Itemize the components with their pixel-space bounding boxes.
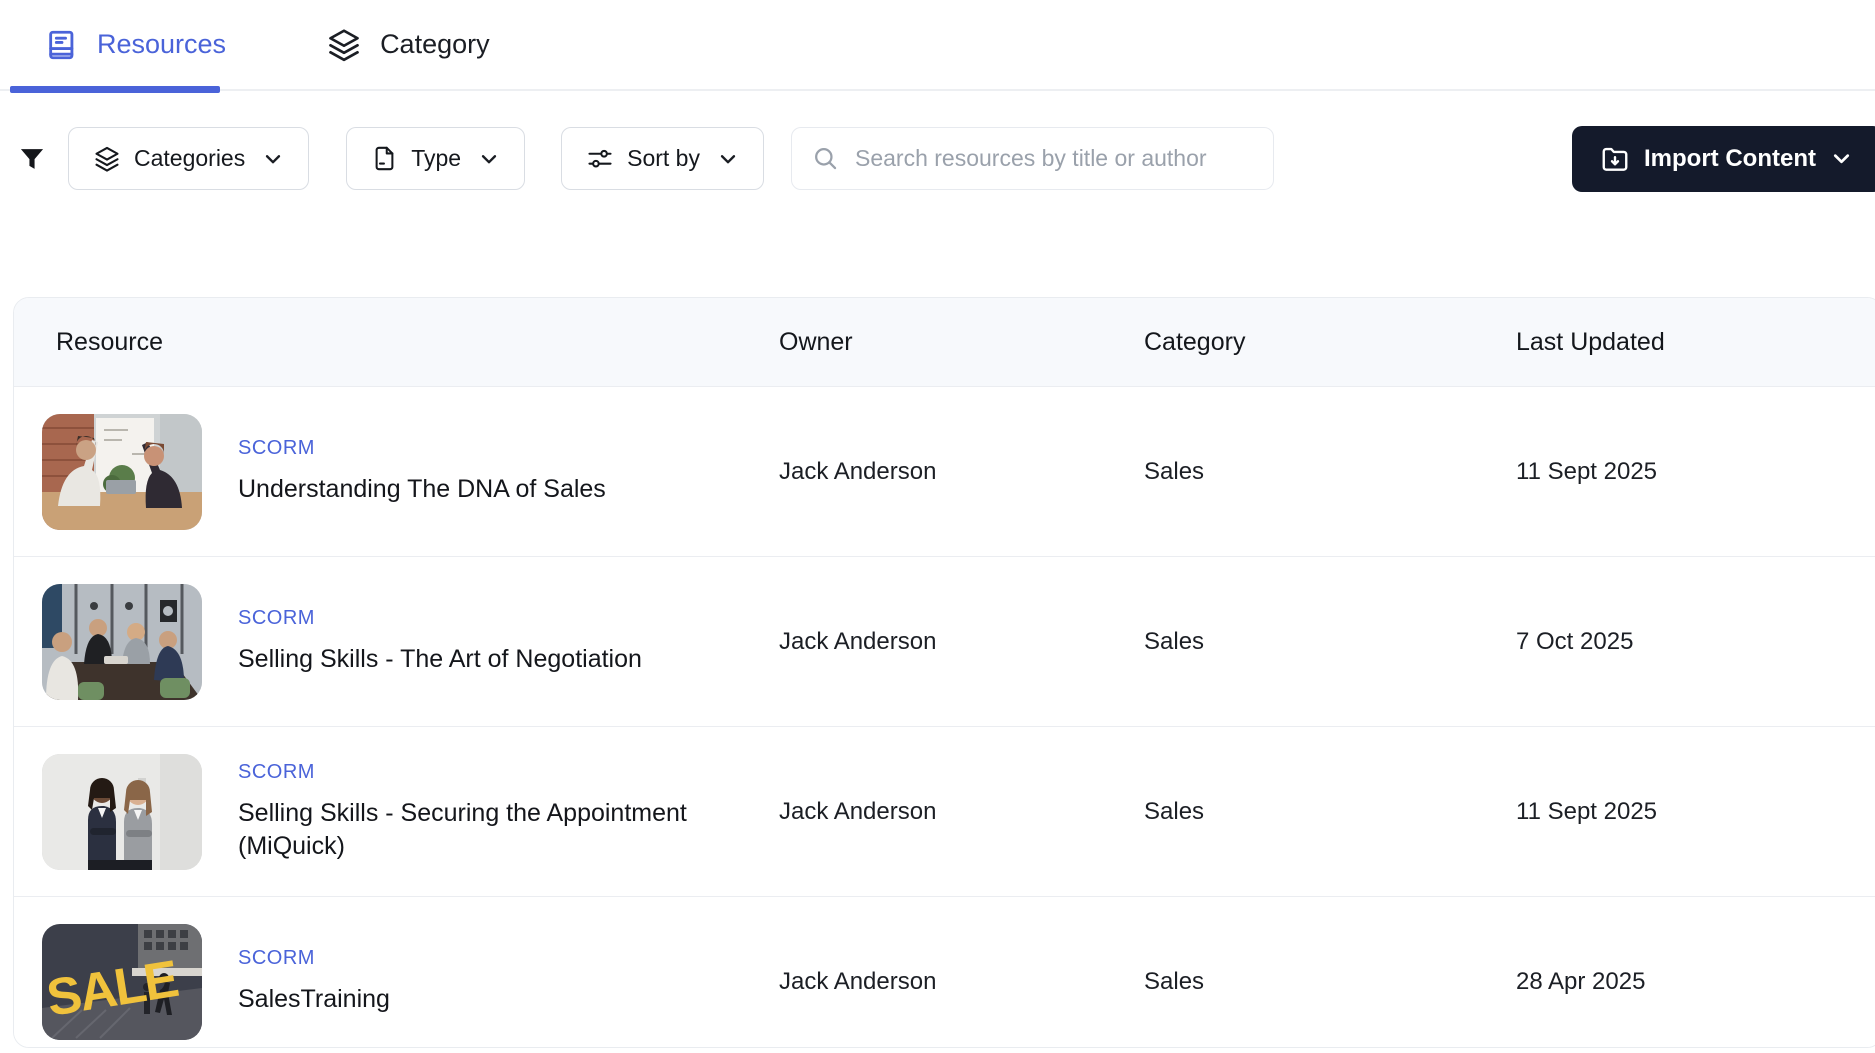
layers-icon <box>93 145 121 173</box>
resource-category: Sales <box>1144 628 1508 656</box>
tab-resources-label: Resources <box>97 29 226 60</box>
resource-category: Sales <box>1144 968 1508 996</box>
tab-category-label: Category <box>380 29 490 60</box>
resource-owner: Jack Anderson <box>779 798 1144 826</box>
chevron-down-icon <box>262 148 284 170</box>
search-input[interactable] <box>853 144 1253 173</box>
tab-category[interactable]: Category <box>326 27 490 63</box>
resource-title[interactable]: Understanding The DNA of Sales <box>238 473 606 506</box>
import-content-label: Import Content <box>1644 145 1816 173</box>
tab-resources[interactable]: Resources <box>45 28 226 62</box>
active-tab-indicator <box>10 86 220 93</box>
resource-last-updated: 11 Sept 2025 <box>1508 458 1875 486</box>
chevron-down-icon <box>1830 147 1853 170</box>
column-header-owner: Owner <box>779 328 1144 357</box>
type-filter-label: Type <box>411 145 461 172</box>
resource-title[interactable]: Selling Skills - The Art of Negotiation <box>238 643 642 676</box>
categories-filter-button[interactable]: Categories <box>68 127 309 190</box>
resource-last-updated: 28 Apr 2025 <box>1508 968 1875 996</box>
resource-title[interactable]: Selling Skills - Securing the Appointmen… <box>238 797 708 863</box>
sort-by-label: Sort by <box>627 145 700 172</box>
chevron-down-icon <box>717 148 739 170</box>
table-header-row: Resource Owner Category Last Updated <box>14 298 1875 386</box>
resource-type-badge: SCORM <box>238 437 606 460</box>
resource-last-updated: 7 Oct 2025 <box>1508 628 1875 656</box>
resource-type-badge: SCORM <box>238 761 708 784</box>
resource-thumbnail-two-businesswomen <box>42 754 202 870</box>
table-row[interactable]: SCORM Selling Skills - Securing the Appo… <box>14 726 1875 896</box>
resource-owner: Jack Anderson <box>779 968 1144 996</box>
book-icon <box>45 28 79 62</box>
table-row[interactable]: SCORM Selling Skills - The Art of Negoti… <box>14 556 1875 726</box>
table-row[interactable]: SCORM Understanding The DNA of Sales Jac… <box>14 386 1875 556</box>
filter-funnel-icon[interactable] <box>18 144 46 174</box>
resource-category: Sales <box>1144 798 1508 826</box>
layers-icon <box>326 27 362 63</box>
tab-bar: Resources Category <box>0 0 1875 91</box>
column-header-category: Category <box>1144 328 1508 357</box>
chevron-down-icon <box>478 148 500 170</box>
search-box <box>791 127 1274 190</box>
type-filter-button[interactable]: Type <box>346 127 525 190</box>
column-header-last-updated: Last Updated <box>1508 328 1875 357</box>
resources-table: Resource Owner Category Last Updated <box>13 297 1875 1048</box>
resource-title[interactable]: SalesTraining <box>238 983 390 1016</box>
resource-thumbnail-meeting-room <box>42 584 202 700</box>
resource-type-badge: SCORM <box>238 607 642 630</box>
file-icon <box>371 145 398 172</box>
resource-owner: Jack Anderson <box>779 628 1144 656</box>
sort-by-button[interactable]: Sort by <box>561 127 764 190</box>
resource-thumbnail-office-team-highfive <box>42 414 202 530</box>
search-icon <box>812 145 839 172</box>
import-content-button[interactable]: Import Content <box>1572 126 1875 192</box>
folder-download-icon <box>1600 144 1630 174</box>
resource-thumbnail-sale-sign: SALE <box>42 924 202 1040</box>
resource-category: Sales <box>1144 458 1508 486</box>
sliders-icon <box>586 145 614 173</box>
filter-toolbar: Categories Type <box>0 126 1875 191</box>
table-row[interactable]: SALE SCORM SalesTraining Jack Anderson S… <box>14 896 1875 1048</box>
column-header-resource: Resource <box>14 328 779 357</box>
resource-type-badge: SCORM <box>238 947 390 970</box>
resource-owner: Jack Anderson <box>779 458 1144 486</box>
resource-last-updated: 11 Sept 2025 <box>1508 798 1875 826</box>
categories-filter-label: Categories <box>134 145 245 172</box>
